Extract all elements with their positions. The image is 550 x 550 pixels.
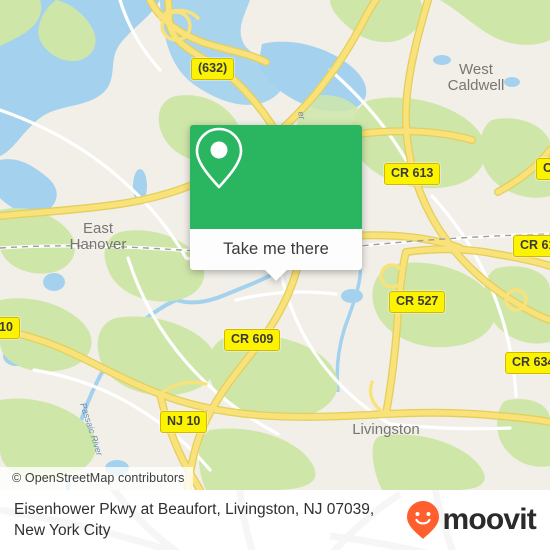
shield-cr-634[interactable]: CR 634 (505, 352, 550, 374)
shield-cr-609[interactable]: CR 609 (224, 329, 281, 351)
destination-callout-card[interactable]: Take me there (190, 125, 362, 281)
moovit-pin-smiley-icon (407, 501, 440, 539)
footer-bar: Eisenhower Pkwy at Beaufort, Livingston,… (0, 490, 550, 550)
map-canvas[interactable]: West Caldwell East Hanover Livingston Pa… (0, 0, 550, 490)
shield-nj-10-left[interactable]: 10 (0, 317, 20, 339)
shield-nj-10[interactable]: NJ 10 (160, 411, 208, 433)
place-label-west-caldwell-line1: West (459, 61, 494, 78)
moovit-wordmark: moovit (442, 503, 536, 536)
attribution-text: © OpenStreetMap contributors (12, 471, 185, 485)
take-me-there-label: Take me there (223, 240, 329, 258)
place-label-east-hanover-line2: Hanover (70, 236, 127, 253)
place-label-livingston: Livingston (352, 421, 420, 438)
place-label-east-hanover-line1: East (83, 220, 114, 237)
shield-cr-611[interactable]: CR 611 (513, 235, 550, 257)
shield-cr-613[interactable]: CR 613 (384, 163, 441, 185)
map-attribution[interactable]: © OpenStreetMap contributors (0, 467, 193, 490)
moovit-logo[interactable]: moovit (406, 500, 537, 540)
shield-632[interactable]: (632) (191, 58, 235, 80)
place-label-west-caldwell-line2: Caldwell (448, 77, 505, 94)
callout-pin-area (190, 125, 362, 229)
shield-cr-527[interactable]: CR 527 (389, 291, 446, 313)
take-me-there-button[interactable]: Take me there (190, 229, 362, 270)
location-title: Eisenhower Pkwy at Beaufort, Livingston,… (14, 500, 375, 539)
shield-cr-right-top[interactable]: C (536, 158, 550, 180)
map-pin-icon (195, 127, 243, 189)
map-screenshot: West Caldwell East Hanover Livingston Pa… (0, 0, 550, 550)
callout-tail (265, 270, 287, 281)
